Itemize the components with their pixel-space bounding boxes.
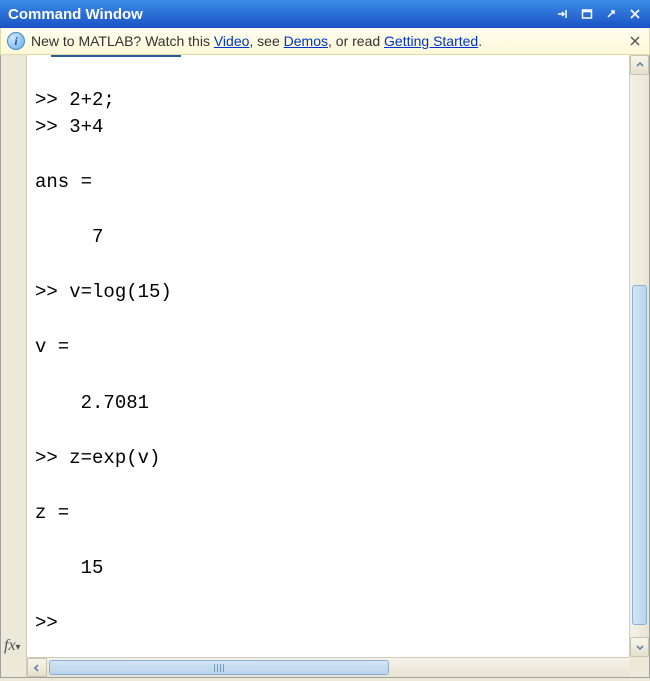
editor-area: >> 2+2; >> 3+4 ans = 7 >> v=log(15) v = … bbox=[27, 55, 649, 677]
scroll-left-button[interactable] bbox=[27, 658, 47, 677]
maximize-button[interactable] bbox=[576, 4, 598, 24]
video-link[interactable]: Video bbox=[214, 33, 250, 49]
vscroll-track[interactable] bbox=[630, 75, 649, 637]
undock-button[interactable] bbox=[600, 4, 622, 24]
fx-icon[interactable]: fx▾ bbox=[4, 637, 21, 655]
dock-icon bbox=[557, 8, 569, 20]
scroll-down-button[interactable] bbox=[630, 637, 649, 657]
scroll-corner bbox=[629, 657, 649, 677]
scroll-up-button[interactable] bbox=[630, 55, 649, 75]
close-icon bbox=[630, 36, 640, 46]
infobar-suffix: . bbox=[478, 33, 482, 49]
titlebar-buttons bbox=[552, 4, 646, 24]
close-icon bbox=[629, 8, 641, 20]
content-area: fx▾ >> 2+2; >> 3+4 ans = 7 >> v=log(15) … bbox=[0, 55, 650, 678]
gutter: fx▾ bbox=[1, 55, 27, 677]
titlebar: Command Window bbox=[0, 0, 650, 28]
chevron-left-icon bbox=[33, 664, 41, 672]
infobar-mid2: , or read bbox=[328, 33, 384, 49]
command-window-text[interactable]: >> 2+2; >> 3+4 ans = 7 >> v=log(15) v = … bbox=[27, 55, 649, 657]
maximize-icon bbox=[581, 8, 593, 20]
link-underline-stub bbox=[51, 55, 181, 57]
grip-icon bbox=[214, 664, 224, 672]
close-button[interactable] bbox=[624, 4, 646, 24]
infobar-mid1: , see bbox=[249, 33, 283, 49]
window-title: Command Window bbox=[8, 6, 552, 23]
chevron-up-icon bbox=[636, 61, 644, 69]
vertical-scrollbar[interactable] bbox=[629, 55, 649, 657]
infobar-text: New to MATLAB? Watch this Video, see Dem… bbox=[31, 33, 621, 49]
chevron-down-icon bbox=[636, 643, 644, 651]
demos-link[interactable]: Demos bbox=[284, 33, 328, 49]
info-icon: i bbox=[7, 32, 25, 50]
horizontal-scrollbar[interactable] bbox=[27, 657, 649, 677]
hscroll-track[interactable] bbox=[47, 658, 629, 677]
vscroll-thumb[interactable] bbox=[632, 285, 647, 625]
dock-button[interactable] bbox=[552, 4, 574, 24]
infobar-close-button[interactable] bbox=[627, 33, 643, 49]
infobar-prefix: New to MATLAB? Watch this bbox=[31, 33, 214, 49]
undock-icon bbox=[605, 8, 617, 20]
getting-started-link[interactable]: Getting Started bbox=[384, 33, 478, 49]
infobar: i New to MATLAB? Watch this Video, see D… bbox=[0, 28, 650, 55]
hscroll-thumb[interactable] bbox=[49, 660, 389, 675]
